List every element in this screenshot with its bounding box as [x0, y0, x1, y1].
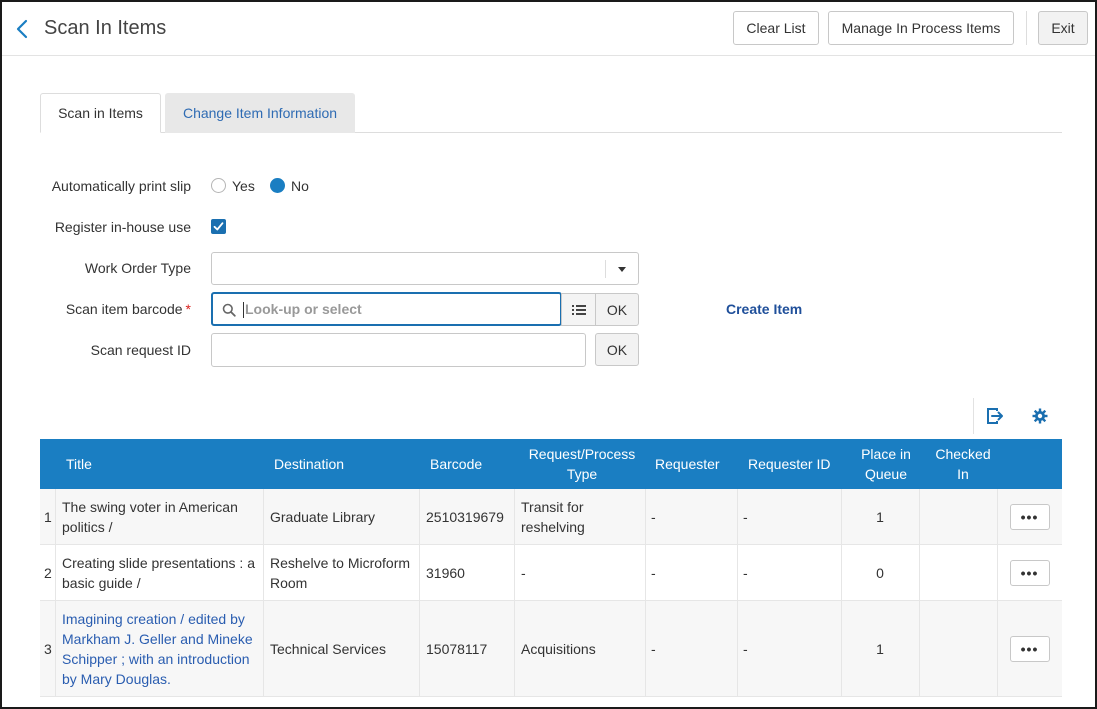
auto-print-yes-radio[interactable] [211, 178, 226, 193]
row-destination: Technical Services [270, 640, 386, 657]
chevron-left-icon[interactable] [12, 17, 32, 41]
row-title-link[interactable]: Imagining creation / edited by Markham J… [62, 601, 260, 696]
row-checked-in [919, 545, 997, 600]
checkmark-icon [213, 222, 224, 231]
list-icon[interactable] [561, 293, 596, 326]
row-barcode: 2510319679 [426, 508, 504, 525]
row-request-type: Acquisitions [521, 640, 596, 657]
exit-button[interactable]: Exit [1038, 11, 1088, 45]
work-order-label: Work Order Type [84, 260, 191, 276]
request-id-label: Scan request ID [90, 342, 191, 358]
row-requester: - [651, 508, 656, 525]
search-icon [222, 303, 236, 320]
barcode-placeholder: Look-up or select [245, 301, 362, 317]
barcode-input[interactable]: Look-up or select [211, 292, 562, 326]
col-title[interactable]: Title [66, 439, 256, 489]
register-label: Register in-house use [54, 219, 191, 235]
col-checked-in[interactable]: Checked In [928, 439, 998, 489]
request-ok-button[interactable]: OK [595, 333, 639, 366]
col-requester-id[interactable]: Requester ID [748, 439, 848, 489]
row-requester-id: - [743, 564, 748, 581]
col-destination[interactable]: Destination [274, 439, 414, 489]
row-barcode: 15078117 [426, 640, 488, 657]
row-requester: - [651, 564, 656, 581]
page-title: Scan In Items [44, 17, 167, 39]
app-window: Scan In Items Clear List Manage In Proce… [0, 0, 1097, 709]
row-requester: - [651, 640, 656, 657]
tab-scan-in-items[interactable]: Scan in Items [40, 93, 161, 133]
row-destination: Graduate Library [270, 508, 376, 525]
row-place-in-queue: 1 [876, 640, 884, 657]
manage-in-process-button[interactable]: Manage In Process Items [828, 11, 1014, 45]
chevron-down-icon [618, 267, 626, 272]
table-row[interactable]: 2 Creating slide presentations : a basic… [40, 545, 1062, 601]
request-id-input[interactable] [211, 333, 586, 367]
ellipsis-icon[interactable]: ••• [1009, 559, 1050, 586]
barcode-label: Scan item barcode * [11, 301, 191, 317]
text-cursor [243, 302, 244, 318]
required-star: * [185, 301, 191, 317]
col-place-in-queue[interactable]: Place in Queue [852, 439, 920, 489]
row-title: Creating slide presentations : a basic g… [62, 554, 255, 591]
toolbar-divider [973, 398, 974, 434]
col-barcode[interactable]: Barcode [430, 439, 520, 489]
ellipsis-icon[interactable]: ••• [1009, 503, 1050, 530]
row-place-in-queue: 1 [876, 508, 884, 525]
row-barcode: 31960 [426, 564, 465, 581]
row-number: 1 [44, 508, 52, 525]
row-destination: Reshelve to Microform Room [270, 554, 411, 591]
work-order-select[interactable] [211, 252, 639, 285]
row-checked-in [919, 601, 997, 696]
row-requester-id: - [743, 640, 748, 657]
page-header: Scan In Items Clear List Manage In Proce… [2, 2, 1095, 56]
row-checked-in [919, 489, 997, 544]
tab-change-item-information[interactable]: Change Item Information [165, 93, 355, 133]
register-checkbox[interactable] [211, 219, 226, 234]
row-place-in-queue: 0 [876, 564, 884, 581]
clear-list-button[interactable]: Clear List [733, 11, 819, 45]
gear-icon[interactable] [1030, 406, 1050, 426]
items-table: Title Destination Barcode Request/Proces… [40, 439, 1062, 697]
create-item-link[interactable]: Create Item [726, 301, 802, 317]
ellipsis-icon[interactable]: ••• [1009, 635, 1050, 662]
row-number: 2 [44, 564, 52, 581]
barcode-label-text: Scan item barcode [65, 301, 183, 317]
auto-print-no-label: No [291, 178, 309, 194]
row-request-type: Transit for reshelving [521, 498, 585, 535]
col-requester[interactable]: Requester [655, 439, 735, 489]
auto-print-label: Automatically print slip [51, 178, 191, 194]
barcode-ok-button[interactable]: OK [595, 293, 639, 326]
header-divider [1026, 11, 1027, 45]
row-title: The swing voter in American politics / [62, 498, 238, 535]
table-header: Title Destination Barcode Request/Proces… [40, 439, 1062, 489]
export-icon[interactable] [985, 406, 1005, 426]
table-row[interactable]: 3 Imagining creation / edited by Markham… [40, 601, 1062, 697]
col-request-type[interactable]: Request/Process Type [518, 439, 646, 489]
auto-print-yes-label: Yes [232, 178, 255, 194]
row-request-type: - [521, 564, 526, 581]
select-divider [605, 260, 606, 278]
auto-print-no-radio[interactable] [270, 178, 285, 193]
row-requester-id: - [743, 508, 748, 525]
row-number: 3 [44, 640, 52, 657]
table-row[interactable]: 1 The swing voter in American politics /… [40, 489, 1062, 545]
